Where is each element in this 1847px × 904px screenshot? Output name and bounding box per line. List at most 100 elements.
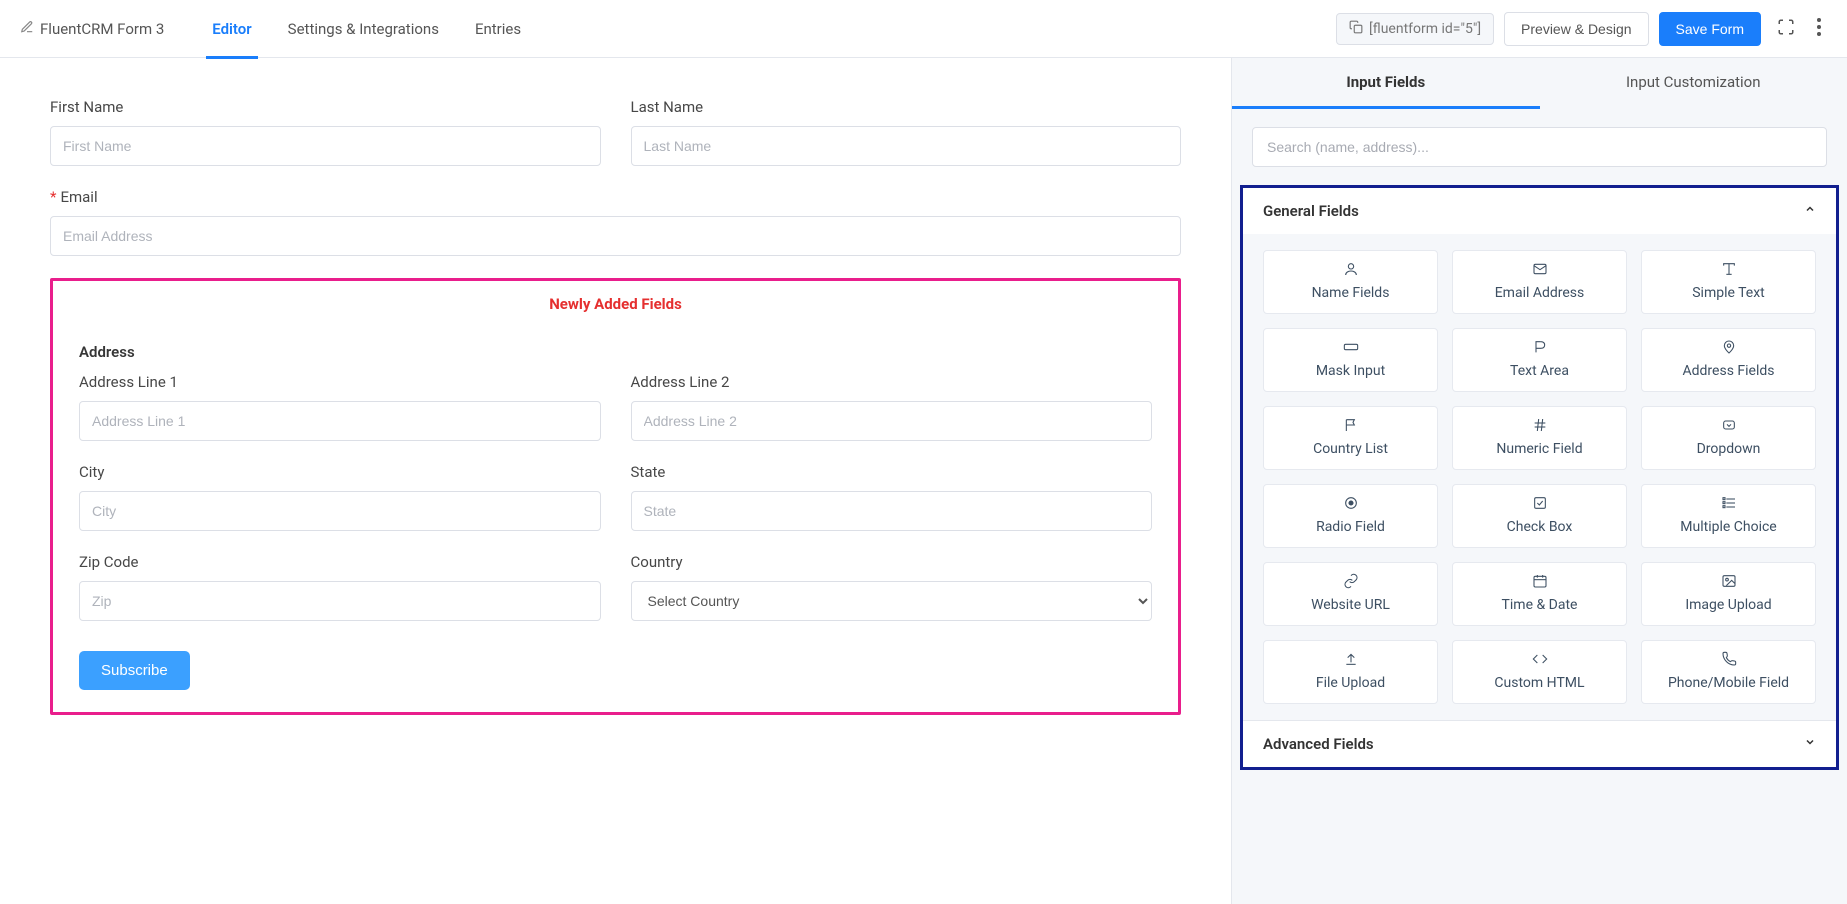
field-label: File Upload — [1316, 675, 1385, 691]
zip-label: Zip Code — [79, 553, 601, 571]
field-item-name-fields[interactable]: Name Fields — [1263, 250, 1438, 314]
zip-input[interactable] — [79, 581, 601, 621]
first-name-input[interactable] — [50, 126, 601, 166]
page-header: FluentCRM Form 3 Editor Settings & Integ… — [0, 0, 1847, 58]
chevron-down-icon — [1804, 736, 1816, 752]
tab-editor[interactable]: Editor — [194, 0, 269, 58]
sidebar-tabs: Input Fields Input Customization — [1232, 58, 1847, 109]
form-row-city-state: City State — [79, 463, 1152, 531]
advanced-fields-header[interactable]: Advanced Fields — [1243, 720, 1836, 767]
required-asterisk: * — [50, 188, 56, 206]
form-col-zip: Zip Code — [79, 553, 601, 621]
field-item-check-box[interactable]: Check Box — [1452, 484, 1627, 548]
sidebar-body — [1232, 109, 1847, 185]
field-item-email-address[interactable]: Email Address — [1452, 250, 1627, 314]
more-icon[interactable] — [1811, 14, 1827, 44]
field-label: Dropdown — [1697, 441, 1761, 457]
edit-icon — [20, 20, 34, 38]
field-item-numeric-field[interactable]: Numeric Field — [1452, 406, 1627, 470]
address1-input[interactable] — [79, 401, 601, 441]
address2-input[interactable] — [631, 401, 1153, 441]
address1-label: Address Line 1 — [79, 373, 601, 391]
form-col-last-name: Last Name — [631, 98, 1182, 166]
tab-entries[interactable]: Entries — [457, 0, 539, 58]
form-title-text: FluentCRM Form 3 — [40, 20, 164, 38]
save-button[interactable]: Save Form — [1659, 12, 1761, 46]
field-label: Simple Text — [1692, 285, 1765, 301]
shortcode-text: [fluentform id="5"] — [1369, 21, 1481, 37]
shortcode-box[interactable]: [fluentform id="5"] — [1336, 13, 1494, 45]
field-label: Mask Input — [1316, 363, 1385, 379]
preview-design-button[interactable]: Preview & Design — [1504, 12, 1649, 46]
field-label: Numeric Field — [1496, 441, 1582, 457]
field-item-radio-field[interactable]: Radio Field — [1263, 484, 1438, 548]
email-address-icon — [1459, 261, 1620, 281]
country-label: Country — [631, 553, 1153, 571]
address-fields-icon — [1648, 339, 1809, 359]
field-item-country-list[interactable]: Country List — [1263, 406, 1438, 470]
main-layout: First Name Last Name *Email Newly Added … — [0, 58, 1847, 904]
field-item-simple-text[interactable]: Simple Text — [1641, 250, 1816, 314]
field-item-mask-input[interactable]: Mask Input — [1263, 328, 1438, 392]
field-label: Custom HTML — [1494, 675, 1584, 691]
form-col-country: Country Select Country — [631, 553, 1153, 621]
field-label: Multiple Choice — [1680, 519, 1776, 535]
name-fields-icon — [1270, 261, 1431, 281]
custom-html-icon — [1459, 651, 1620, 671]
state-label: State — [631, 463, 1153, 481]
field-item-address-fields[interactable]: Address Fields — [1641, 328, 1816, 392]
form-row-zip-country: Zip Code Country Select Country — [79, 553, 1152, 621]
file-upload-icon — [1270, 651, 1431, 671]
sidebar-tab-input-fields[interactable]: Input Fields — [1232, 58, 1540, 109]
field-item-multiple-choice[interactable]: Multiple Choice — [1641, 484, 1816, 548]
form-col-state: State — [631, 463, 1153, 531]
highlight-box: Newly Added Fields Address Address Line … — [50, 278, 1181, 715]
country-select[interactable]: Select Country — [631, 581, 1153, 621]
field-item-phone-mobile-field[interactable]: Phone/Mobile Field — [1641, 640, 1816, 704]
address2-label: Address Line 2 — [631, 373, 1153, 391]
last-name-label: Last Name — [631, 98, 1182, 116]
general-fields-label: General Fields — [1263, 202, 1359, 220]
website-url-icon — [1270, 573, 1431, 593]
form-title[interactable]: FluentCRM Form 3 — [20, 20, 164, 38]
field-label: Address Fields — [1683, 363, 1775, 379]
form-col-address1: Address Line 1 — [79, 373, 601, 441]
field-item-custom-html[interactable]: Custom HTML — [1452, 640, 1627, 704]
first-name-label: First Name — [50, 98, 601, 116]
city-label: City — [79, 463, 601, 481]
sidebar: Input Fields Input Customization General… — [1231, 58, 1847, 904]
form-row-email: *Email — [50, 188, 1181, 256]
multiple-choice-icon — [1648, 495, 1809, 515]
field-item-dropdown[interactable]: Dropdown — [1641, 406, 1816, 470]
sidebar-tab-customization[interactable]: Input Customization — [1540, 58, 1847, 109]
field-label: Image Upload — [1685, 597, 1771, 613]
subscribe-button[interactable]: Subscribe — [79, 651, 190, 690]
last-name-input[interactable] — [631, 126, 1182, 166]
field-item-file-upload[interactable]: File Upload — [1263, 640, 1438, 704]
state-input[interactable] — [631, 491, 1153, 531]
general-fields-header[interactable]: General Fields — [1243, 188, 1836, 234]
field-item-text-area[interactable]: Text Area — [1452, 328, 1627, 392]
field-label: Text Area — [1510, 363, 1569, 379]
phone-mobile-field-icon — [1648, 651, 1809, 671]
general-fields-grid: Name FieldsEmail Address Simple Text Mask … — [1243, 234, 1836, 720]
email-input[interactable] — [50, 216, 1181, 256]
image-upload-icon — [1648, 573, 1809, 593]
field-item-time-date[interactable]: Time & Date — [1452, 562, 1627, 626]
editor-canvas: First Name Last Name *Email Newly Added … — [0, 58, 1231, 904]
radio-field-icon — [1270, 495, 1431, 515]
form-row-name: First Name Last Name — [50, 98, 1181, 166]
field-label: Time & Date — [1502, 597, 1578, 613]
country-list-icon — [1270, 417, 1431, 437]
field-label: Check Box — [1507, 519, 1573, 535]
field-label: Phone/Mobile Field — [1668, 675, 1789, 691]
field-item-website-url[interactable]: Website URL — [1263, 562, 1438, 626]
expand-icon[interactable] — [1771, 14, 1801, 44]
numeric-field-icon — [1459, 417, 1620, 437]
dropdown-icon — [1648, 417, 1809, 437]
tab-settings[interactable]: Settings & Integrations — [270, 0, 457, 58]
field-item-image-upload[interactable]: Image Upload — [1641, 562, 1816, 626]
nav-tabs: Editor Settings & Integrations Entries — [194, 0, 539, 58]
city-input[interactable] — [79, 491, 601, 531]
search-input[interactable] — [1252, 127, 1827, 167]
